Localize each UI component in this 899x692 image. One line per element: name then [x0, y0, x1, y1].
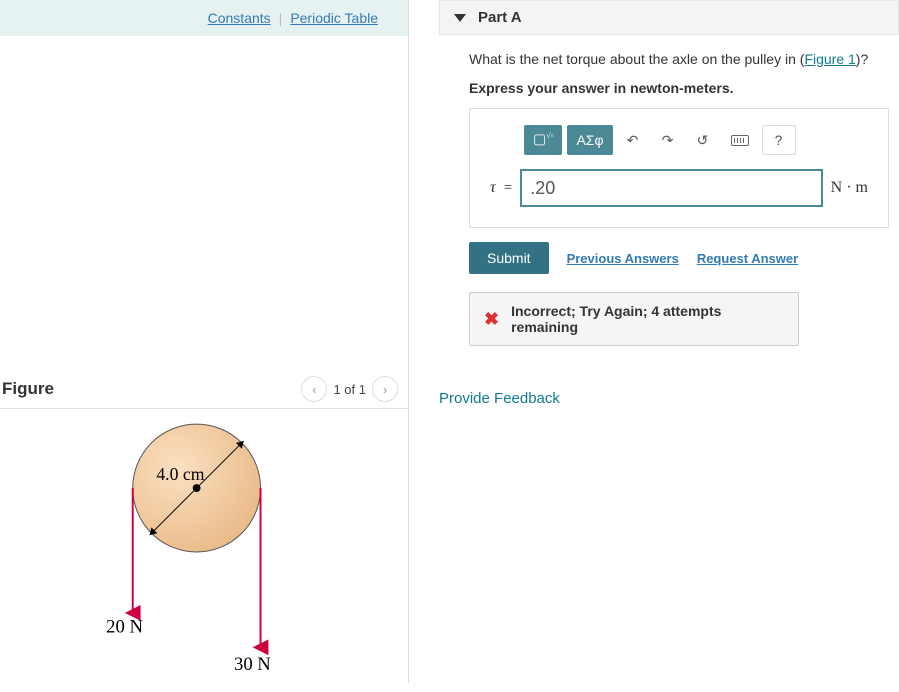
- part-title: Part A: [478, 9, 522, 26]
- figure-next-button[interactable]: ›: [372, 376, 398, 402]
- separator: |: [279, 10, 283, 26]
- previous-answers-link[interactable]: Previous Answers: [567, 251, 679, 266]
- keyboard-button[interactable]: [723, 125, 757, 155]
- help-button[interactable]: ?: [762, 125, 796, 155]
- periodic-table-link[interactable]: Periodic Table: [290, 10, 378, 26]
- provide-feedback-link[interactable]: Provide Feedback: [439, 390, 899, 407]
- redo-button[interactable]: ↷: [653, 125, 683, 155]
- answer-input[interactable]: [520, 169, 822, 207]
- incorrect-icon: ✖: [484, 309, 499, 330]
- reset-button[interactable]: ↺: [688, 125, 718, 155]
- greek-button[interactable]: ΑΣφ: [567, 125, 612, 155]
- figure-title: Figure: [2, 379, 54, 399]
- feedback-bar: ✖ Incorrect; Try Again; 4 attempts remai…: [469, 292, 799, 346]
- constants-link[interactable]: Constants: [208, 10, 271, 26]
- units-label: N · m: [831, 179, 868, 197]
- request-answer-link[interactable]: Request Answer: [697, 251, 798, 266]
- question-text: What is the net torque about the axle on…: [469, 49, 889, 70]
- undo-button[interactable]: ↶: [618, 125, 648, 155]
- equation-toolbar: ▢√▫ ΑΣφ ↶ ↷ ↺ ?: [524, 125, 868, 155]
- instruction-text: Express your answer in newton-meters.: [469, 80, 889, 96]
- right-force-label: 30 N: [234, 654, 271, 675]
- variable-label: τ: [490, 179, 496, 197]
- figure-counter: 1 of 1: [333, 382, 366, 397]
- part-header[interactable]: Part A: [439, 0, 899, 35]
- constants-bar: Constants | Periodic Table: [0, 0, 408, 36]
- figure-prev-button[interactable]: ‹: [301, 376, 327, 402]
- figure-diagram: 4.0 cm 20 N 30 N: [0, 409, 408, 689]
- submit-button[interactable]: Submit: [469, 242, 549, 274]
- answer-box: ▢√▫ ΑΣφ ↶ ↷ ↺ ? τ = N · m: [469, 108, 889, 228]
- keyboard-icon: [731, 135, 749, 146]
- feedback-text: Incorrect; Try Again; 4 attempts remaini…: [511, 303, 784, 335]
- caret-down-icon: [454, 14, 466, 22]
- template-button[interactable]: ▢√▫: [524, 125, 562, 155]
- equals-sign: =: [504, 180, 512, 197]
- left-force-label: 20 N: [106, 617, 143, 638]
- figure-ref-link[interactable]: Figure 1: [804, 51, 855, 67]
- diameter-label: 4.0 cm: [156, 464, 204, 484]
